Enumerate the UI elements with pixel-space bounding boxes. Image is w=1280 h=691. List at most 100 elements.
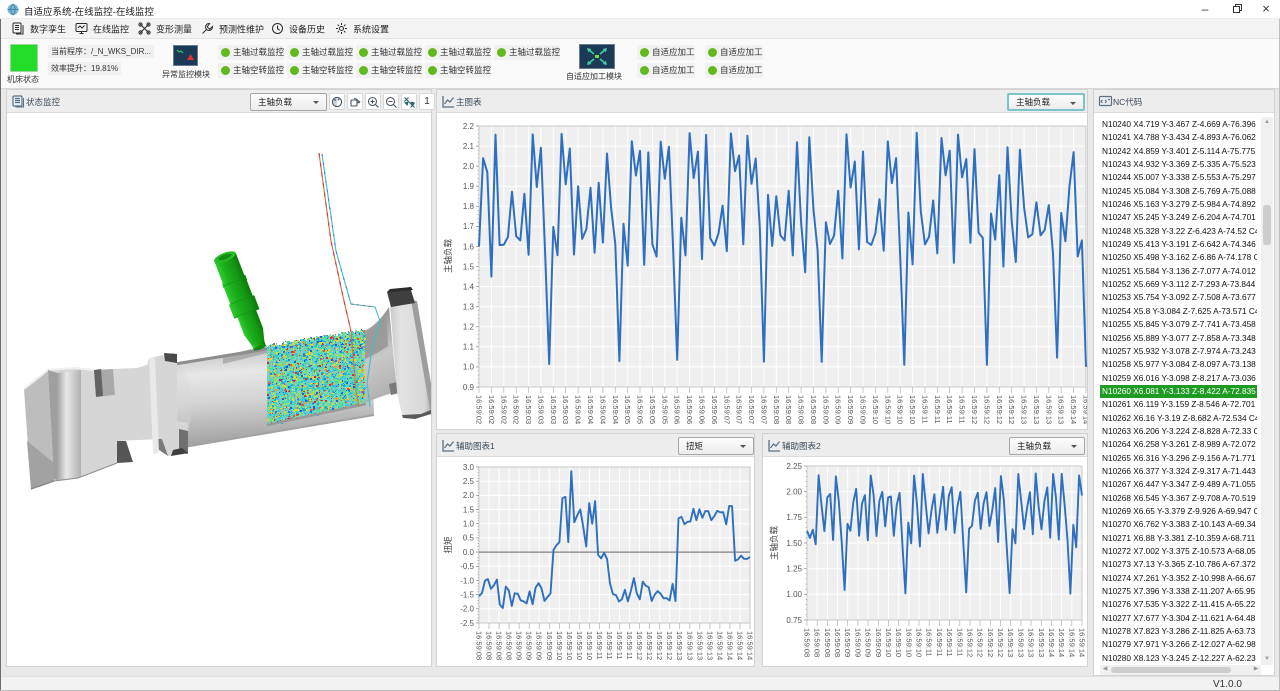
svg-text:16:59:13: 16:59:13 bbox=[1006, 628, 1015, 657]
svg-text:16:59:14: 16:59:14 bbox=[736, 631, 745, 660]
svg-text:16:59:11: 16:59:11 bbox=[945, 628, 954, 657]
svg-text:1.5: 1.5 bbox=[463, 262, 475, 271]
svg-text:16:59:11: 16:59:11 bbox=[615, 631, 624, 660]
svg-text:16:59:04: 16:59:04 bbox=[574, 395, 583, 424]
svg-text:16:59:10: 16:59:10 bbox=[884, 628, 893, 657]
svg-text:16:59:09: 16:59:09 bbox=[864, 628, 873, 657]
svg-text:16:59:14: 16:59:14 bbox=[1082, 395, 1088, 424]
svg-text:16:59:11: 16:59:11 bbox=[925, 628, 934, 657]
svg-text:16:59:11: 16:59:11 bbox=[955, 628, 964, 657]
svg-text:16:59:11: 16:59:11 bbox=[595, 631, 604, 660]
svg-text:16:59:06: 16:59:06 bbox=[710, 395, 719, 424]
svg-text:-2.5: -2.5 bbox=[460, 619, 474, 628]
svg-text:16:59:09: 16:59:09 bbox=[525, 631, 534, 660]
svg-text:16:59:11: 16:59:11 bbox=[605, 631, 614, 660]
svg-text:16:59:03: 16:59:03 bbox=[524, 395, 533, 424]
svg-text:16:59:03: 16:59:03 bbox=[561, 395, 570, 424]
svg-text:16:59:13: 16:59:13 bbox=[1037, 628, 1046, 657]
svg-text:16:59:10: 16:59:10 bbox=[904, 628, 913, 657]
svg-text:16:59:04: 16:59:04 bbox=[586, 395, 595, 424]
svg-text:16:59:09: 16:59:09 bbox=[846, 395, 855, 424]
svg-text:1.8: 1.8 bbox=[463, 202, 475, 211]
svg-text:3.0: 3.0 bbox=[463, 463, 475, 472]
svg-text:16:59:02: 16:59:02 bbox=[487, 395, 496, 424]
svg-text:2.0: 2.0 bbox=[463, 491, 475, 500]
svg-text:16:59:14: 16:59:14 bbox=[1078, 628, 1087, 657]
svg-text:16:59:14: 16:59:14 bbox=[1057, 628, 1066, 657]
svg-text:16:59:12: 16:59:12 bbox=[996, 628, 1005, 657]
svg-text:16:59:04: 16:59:04 bbox=[611, 395, 620, 424]
svg-text:1.9: 1.9 bbox=[463, 182, 475, 191]
svg-text:16:59:02: 16:59:02 bbox=[512, 395, 521, 424]
svg-text:16:59:14: 16:59:14 bbox=[746, 631, 755, 660]
svg-text:16:59:06: 16:59:06 bbox=[685, 395, 694, 424]
svg-text:2.1: 2.1 bbox=[463, 142, 475, 151]
svg-text:16:59:09: 16:59:09 bbox=[515, 631, 524, 660]
svg-text:2.0: 2.0 bbox=[463, 162, 475, 171]
svg-text:16:59:11: 16:59:11 bbox=[945, 395, 954, 424]
svg-text:16:59:12: 16:59:12 bbox=[665, 631, 674, 660]
svg-text:1.75: 1.75 bbox=[786, 513, 802, 522]
svg-text:16:59:05: 16:59:05 bbox=[623, 395, 632, 424]
svg-text:16:59:08: 16:59:08 bbox=[784, 395, 793, 424]
svg-text:16:59:07: 16:59:07 bbox=[735, 395, 744, 424]
svg-text:16:59:13: 16:59:13 bbox=[1032, 395, 1041, 424]
svg-text:16:59:06: 16:59:06 bbox=[698, 395, 707, 424]
svg-text:16:59:09: 16:59:09 bbox=[874, 628, 883, 657]
svg-text:16:59:08: 16:59:08 bbox=[803, 628, 812, 657]
svg-text:16:59:12: 16:59:12 bbox=[976, 628, 985, 657]
svg-text:16:59:05: 16:59:05 bbox=[660, 395, 669, 424]
svg-text:16:59:12: 16:59:12 bbox=[655, 631, 664, 660]
svg-text:2.25: 2.25 bbox=[786, 462, 802, 471]
svg-text:1.7: 1.7 bbox=[463, 222, 475, 231]
svg-text:-1.5: -1.5 bbox=[460, 590, 474, 599]
svg-text:16:59:14: 16:59:14 bbox=[715, 631, 724, 660]
svg-text:1.4: 1.4 bbox=[463, 282, 475, 291]
svg-text:16:59:10: 16:59:10 bbox=[883, 395, 892, 424]
svg-text:16:59:08: 16:59:08 bbox=[485, 631, 494, 660]
svg-text:扭矩: 扭矩 bbox=[443, 536, 453, 554]
svg-text:16:59:03: 16:59:03 bbox=[549, 395, 558, 424]
svg-text:16:59:09: 16:59:09 bbox=[853, 628, 862, 657]
svg-text:-1.0: -1.0 bbox=[460, 576, 474, 585]
svg-text:0.9: 0.9 bbox=[463, 383, 475, 392]
svg-text:16:59:03: 16:59:03 bbox=[536, 395, 545, 424]
svg-text:16:59:08: 16:59:08 bbox=[809, 395, 818, 424]
svg-text:1.00: 1.00 bbox=[786, 590, 802, 599]
svg-text:0.75: 0.75 bbox=[786, 616, 802, 625]
svg-text:1.0: 1.0 bbox=[463, 363, 475, 372]
svg-text:16:59:12: 16:59:12 bbox=[966, 628, 975, 657]
svg-text:16:59:05: 16:59:05 bbox=[648, 395, 657, 424]
svg-text:-0.5: -0.5 bbox=[460, 562, 474, 571]
svg-text:2.2: 2.2 bbox=[463, 122, 475, 131]
svg-text:16:59:08: 16:59:08 bbox=[772, 395, 781, 424]
svg-text:16:59:12: 16:59:12 bbox=[635, 631, 644, 660]
svg-text:0.0: 0.0 bbox=[463, 548, 475, 557]
svg-text:16:59:14: 16:59:14 bbox=[1047, 628, 1056, 657]
svg-text:16:59:09: 16:59:09 bbox=[545, 631, 554, 660]
svg-text:16:59:10: 16:59:10 bbox=[908, 395, 917, 424]
svg-text:16:59:10: 16:59:10 bbox=[896, 395, 905, 424]
svg-text:16:59:10: 16:59:10 bbox=[555, 631, 564, 660]
svg-text:16:59:04: 16:59:04 bbox=[598, 395, 607, 424]
svg-text:16:59:08: 16:59:08 bbox=[797, 395, 806, 424]
svg-text:16:59:09: 16:59:09 bbox=[859, 395, 868, 424]
svg-text:16:59:08: 16:59:08 bbox=[505, 631, 514, 660]
svg-text:16:59:09: 16:59:09 bbox=[821, 395, 830, 424]
svg-text:16:59:07: 16:59:07 bbox=[759, 395, 768, 424]
svg-text:0.5: 0.5 bbox=[463, 534, 475, 543]
svg-text:16:59:14: 16:59:14 bbox=[1069, 395, 1078, 424]
svg-text:16:59:12: 16:59:12 bbox=[986, 628, 995, 657]
svg-text:16:59:13: 16:59:13 bbox=[695, 631, 704, 660]
svg-text:16:59:12: 16:59:12 bbox=[995, 395, 1004, 424]
svg-text:1.3: 1.3 bbox=[463, 303, 475, 312]
svg-text:16:59:07: 16:59:07 bbox=[722, 395, 731, 424]
svg-text:1.50: 1.50 bbox=[786, 539, 802, 548]
svg-text:16:59:06: 16:59:06 bbox=[673, 395, 682, 424]
svg-text:16:59:13: 16:59:13 bbox=[1057, 395, 1066, 424]
svg-text:主轴负载: 主轴负载 bbox=[443, 239, 453, 274]
svg-text:16:59:13: 16:59:13 bbox=[675, 631, 684, 660]
svg-text:16:59:13: 16:59:13 bbox=[705, 631, 714, 660]
svg-text:16:59:12: 16:59:12 bbox=[970, 395, 979, 424]
svg-text:16:59:10: 16:59:10 bbox=[565, 631, 574, 660]
